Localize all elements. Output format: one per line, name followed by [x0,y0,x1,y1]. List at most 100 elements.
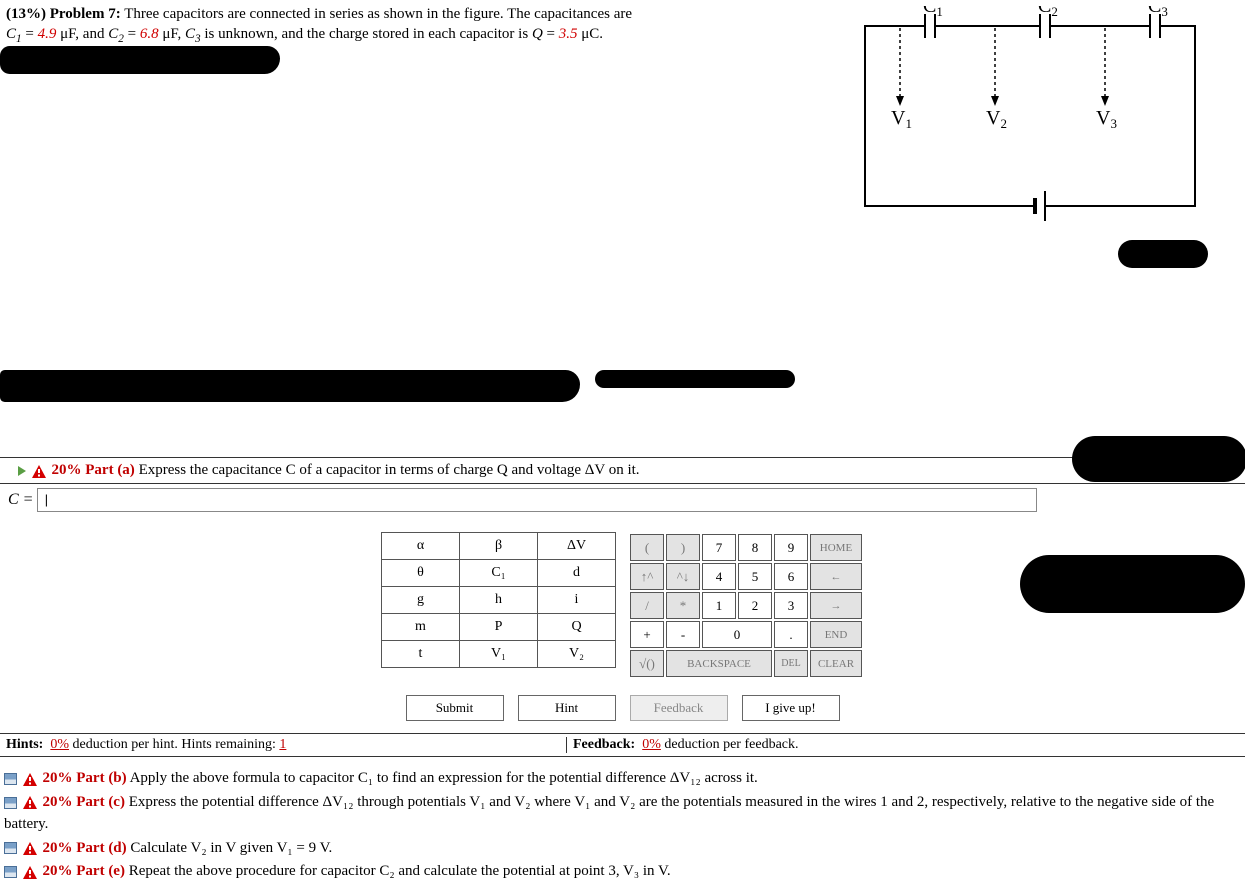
key-6[interactable]: 6 [774,563,808,590]
key-P[interactable]: P [460,614,538,641]
key-sub[interactable]: ^↓ [666,563,700,590]
redaction-bar [0,370,580,402]
feedback-pct: 0% [642,737,661,752]
key-0[interactable]: 0 [702,621,772,648]
c2-val: 6.8 [140,26,159,42]
uf1: μF, and [56,26,108,42]
q-sym: Q [532,26,543,42]
part-e-text: Repeat the above procedure for capacitor… [129,863,671,879]
key-5[interactable]: 5 [738,563,772,590]
key-deltaV[interactable]: ΔV [538,533,616,560]
key-plus[interactable]: + [630,621,664,648]
part-e-pct: 20% [43,863,77,879]
warning-icon [23,842,37,855]
key-8[interactable]: 8 [738,534,772,561]
answer-row: C = [0,484,1245,522]
part-e-row[interactable]: 20% Part (e) Repeat the above procedure … [4,860,1241,884]
part-b-text: Apply the above formula to capacitor C₁ … [130,770,758,786]
submit-button[interactable]: Submit [406,695,504,721]
hint-button[interactable]: Hint [518,695,616,721]
feedback-button[interactable]: Feedback [630,695,728,721]
collapse-icon[interactable] [4,773,17,785]
key-alpha[interactable]: α [382,533,460,560]
label-v1: V1 [891,107,912,131]
redaction-bar [1020,555,1245,613]
problem-text-2: is unknown, and the charge stored in eac… [204,26,532,42]
answer-lhs: C = [8,491,33,509]
part-b-row[interactable]: 20% Part (b) Apply the above formula to … [4,767,1241,791]
key-t[interactable]: t [382,641,460,668]
c1-sym: C [6,26,16,42]
part-e-label: Part (e) [76,863,125,879]
key-2[interactable]: 2 [738,592,772,619]
key-3[interactable]: 3 [774,592,808,619]
key-theta[interactable]: θ [382,560,460,587]
problem-title: Problem 7: [50,6,121,22]
part-d-text: Calculate V₂ in V given V₁ = 9 V. [130,840,332,856]
key-clear[interactable]: CLEAR [810,650,862,677]
warning-icon [23,866,37,879]
key-1[interactable]: 1 [702,592,736,619]
key-Q[interactable]: Q [538,614,616,641]
key-beta[interactable]: β [460,533,538,560]
part-b-label: Part (b) [76,770,126,786]
part-a-label: Part (a) [85,462,135,478]
key-rparen[interactable]: ) [666,534,700,561]
uc: μC. [578,26,604,42]
keypad-numeric-table: ( ) 7 8 9 HOME ↑^ ^↓ 4 5 6 ← / * 1 2 3 [628,532,864,679]
expand-icon[interactable] [18,466,26,476]
key-div[interactable]: / [630,592,664,619]
label-v2: V2 [986,107,1007,131]
key-home[interactable]: HOME [810,534,862,561]
c2-sym: C [108,26,118,42]
part-a-heading: 20% Part (a) Express the capacitance C o… [0,458,1245,483]
part-c-row[interactable]: 20% Part (c) Express the potential diffe… [4,791,1241,837]
redaction-bar [0,46,280,74]
key-lparen[interactable]: ( [630,534,664,561]
part-b-pct: 20% [43,770,77,786]
hints-feedback-bar: Hints: 0% deduction per hint. Hints rema… [0,733,1245,757]
problem-text-1: Three capacitors are connected in series… [124,6,632,22]
collapse-icon[interactable] [4,842,17,854]
key-super[interactable]: ↑^ [630,563,664,590]
key-mul[interactable]: * [666,592,700,619]
key-right[interactable]: → [810,592,862,619]
action-row: Submit Hint Feedback I give up! [0,693,1245,733]
key-g[interactable]: g [382,587,460,614]
key-left[interactable]: ← [810,563,862,590]
key-dot[interactable]: . [774,621,808,648]
key-sqrt[interactable]: √() [630,650,664,677]
eq: = [25,26,37,42]
key-7[interactable]: 7 [702,534,736,561]
key-end[interactable]: END [810,621,862,648]
collapse-icon[interactable] [4,797,17,809]
keypad-symbol-table: α β ΔV θ C₁ d g h i m P Q t V₁ V [381,532,616,668]
label-v3: V3 [1096,107,1117,131]
warning-icon [32,465,46,478]
circuit-diagram: C1 C2 C3 V1 V2 V3 [845,6,1215,271]
part-a-text: Express the capacitance C of a capacitor… [139,462,640,478]
key-minus[interactable]: - [666,621,700,648]
answer-input[interactable] [37,488,1037,512]
feedback-rest: deduction per feedback. [664,737,798,752]
c2-sub: 2 [118,33,124,45]
key-m[interactable]: m [382,614,460,641]
part-d-row[interactable]: 20% Part (d) Calculate V₂ in V given V₁ … [4,837,1241,861]
c3-sub: 3 [195,33,201,45]
hints-remaining: 1 [279,737,286,752]
key-backspace[interactable]: BACKSPACE [666,650,772,677]
key-9[interactable]: 9 [774,534,808,561]
collapse-icon[interactable] [4,866,17,878]
hints-rest: deduction per hint. Hints remaining: [73,737,280,752]
key-V2[interactable]: V₂ [538,641,616,668]
key-h[interactable]: h [460,587,538,614]
key-del[interactable]: DEL [774,650,808,677]
key-4[interactable]: 4 [702,563,736,590]
key-C1[interactable]: C₁ [460,560,538,587]
giveup-button[interactable]: I give up! [742,695,840,721]
key-i[interactable]: i [538,587,616,614]
part-c-label: Part (c) [76,794,125,810]
key-d[interactable]: d [538,560,616,587]
key-V1[interactable]: V₁ [460,641,538,668]
other-parts: 20% Part (b) Apply the above formula to … [0,757,1245,894]
